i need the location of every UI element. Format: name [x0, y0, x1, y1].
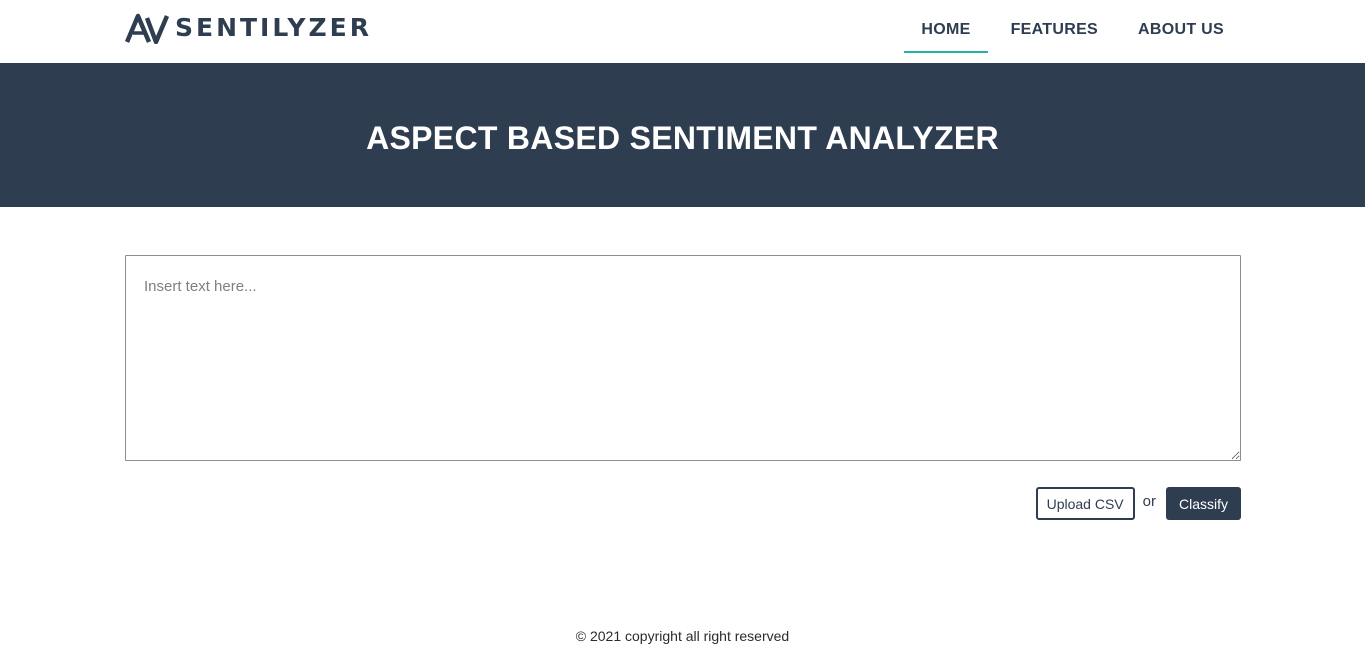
hero-banner: ASPECT BASED SENTIMENT ANALYZER: [0, 63, 1365, 207]
page-title: ASPECT BASED SENTIMENT ANALYZER: [366, 119, 999, 156]
triangle-monogram-logo-icon: [125, 13, 169, 44]
or-separator: or: [1142, 493, 1156, 510]
brand-name: SENTILYZER: [175, 13, 372, 42]
classify-button[interactable]: Classify: [1165, 487, 1241, 520]
navbar: SENTILYZER HOME FEATURES ABOUT US: [0, 0, 1365, 63]
nav-item-home[interactable]: HOME: [904, 0, 988, 53]
nav-item-about-us[interactable]: ABOUT US: [1121, 0, 1241, 53]
text-input[interactable]: [125, 255, 1241, 461]
brand-logo[interactable]: SENTILYZER: [125, 12, 372, 44]
action-bar: Upload CSV or Classify: [1035, 487, 1241, 520]
nav-item-features[interactable]: FEATURES: [994, 0, 1115, 53]
main-nav: HOME FEATURES ABOUT US: [904, 0, 1241, 63]
footer-copyright: © 2021 copyright all right reserved: [575, 628, 790, 644]
upload-csv-button[interactable]: Upload CSV: [1035, 487, 1135, 520]
